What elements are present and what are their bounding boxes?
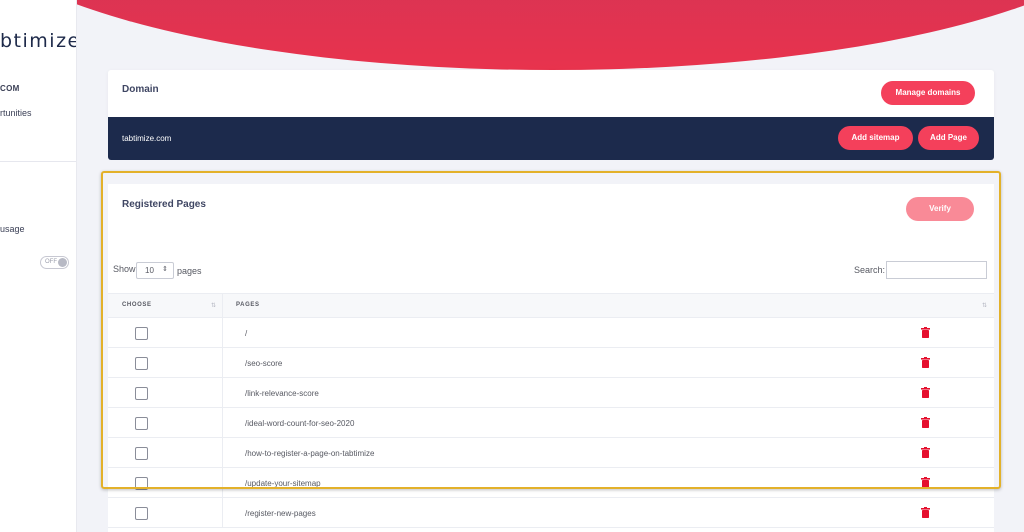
trash-icon[interactable]: [921, 417, 930, 428]
add-sitemap-button[interactable]: Add sitemap: [838, 126, 913, 150]
sidebar-item-usage[interactable]: usage: [0, 224, 25, 234]
column-pages[interactable]: PAGES: [236, 302, 260, 308]
trash-icon[interactable]: [921, 447, 930, 458]
domain-card-title: Domain: [122, 84, 159, 95]
domain-name: tabtimize.com: [122, 134, 172, 143]
search-label: Search:: [854, 265, 886, 275]
page-path: /how-to-register-a-page-on-tabtimize: [245, 449, 375, 458]
domain-card: Domain Manage domains: [108, 70, 994, 118]
column-divider: [222, 348, 223, 378]
up-down-chevron-icon: ⇕: [162, 266, 168, 273]
table-row: /how-to-register-a-page-on-tabtimize: [108, 438, 994, 468]
search-input[interactable]: [886, 261, 987, 279]
trash-icon[interactable]: [921, 387, 930, 398]
hero-banner: [77, 0, 1024, 70]
sidebar-item-domain[interactable]: COM: [0, 84, 20, 93]
table-row: /update-your-sitemap: [108, 468, 994, 498]
logo[interactable]: btimize: [0, 30, 76, 52]
table-row: /register-new-pages: [108, 498, 994, 528]
verify-button[interactable]: Verify: [906, 197, 974, 221]
row-checkbox[interactable]: [135, 477, 148, 490]
page-path: /register-new-pages: [245, 509, 316, 518]
manage-domains-button[interactable]: Manage domains: [881, 81, 975, 105]
column-divider: [222, 468, 223, 498]
row-checkbox[interactable]: [135, 447, 148, 460]
column-divider: [222, 498, 223, 528]
page-size-value: 10: [145, 266, 154, 275]
column-divider: [222, 438, 223, 468]
table-row: /: [108, 318, 994, 348]
row-checkbox[interactable]: [135, 357, 148, 370]
table-row: /seo-score: [108, 348, 994, 378]
trash-icon[interactable]: [921, 357, 930, 368]
toggle-label: OFF: [45, 259, 57, 265]
column-divider: [222, 318, 223, 348]
hero-gradient: [77, 0, 1024, 70]
trash-icon[interactable]: [921, 477, 930, 488]
sidebar-item-opportunities[interactable]: rtunities: [0, 108, 32, 118]
page-path: /seo-score: [245, 359, 283, 368]
sidebar-divider: [0, 161, 76, 162]
table-row: /ideal-word-count-for-seo-2020: [108, 408, 994, 438]
column-choose[interactable]: CHOOSE: [122, 302, 152, 308]
sidebar: btimize COM rtunities usage OFF: [0, 0, 77, 532]
page-path: /: [245, 329, 248, 338]
column-divider: [222, 378, 223, 408]
page-path: /update-your-sitemap: [245, 479, 321, 488]
pages-label: pages: [177, 266, 202, 276]
registered-pages-title: Registered Pages: [122, 199, 206, 210]
page-path: /link-relevance-score: [245, 389, 319, 398]
trash-icon[interactable]: [921, 507, 930, 518]
show-label: Show: [113, 264, 136, 274]
column-divider: [222, 408, 223, 438]
column-divider: [222, 294, 223, 319]
page-size-select[interactable]: 10 ⇕: [136, 262, 174, 279]
table-row: /link-relevance-score: [108, 378, 994, 408]
row-checkbox[interactable]: [135, 387, 148, 400]
row-checkbox[interactable]: [135, 327, 148, 340]
trash-icon[interactable]: [921, 327, 930, 338]
page-path: /ideal-word-count-for-seo-2020: [245, 419, 355, 428]
usage-toggle[interactable]: OFF: [40, 256, 69, 269]
row-checkbox[interactable]: [135, 417, 148, 430]
sort-arrows-icon[interactable]: ⇅: [211, 302, 216, 309]
table-header: CHOOSE ⇅ PAGES ⇅: [108, 293, 994, 319]
sort-arrows-icon[interactable]: ⇅: [982, 302, 987, 309]
domain-bar: tabtimize.com Add sitemap Add Page: [108, 117, 994, 160]
add-page-button[interactable]: Add Page: [918, 126, 979, 150]
toggle-knob: [58, 258, 67, 267]
row-checkbox[interactable]: [135, 507, 148, 520]
